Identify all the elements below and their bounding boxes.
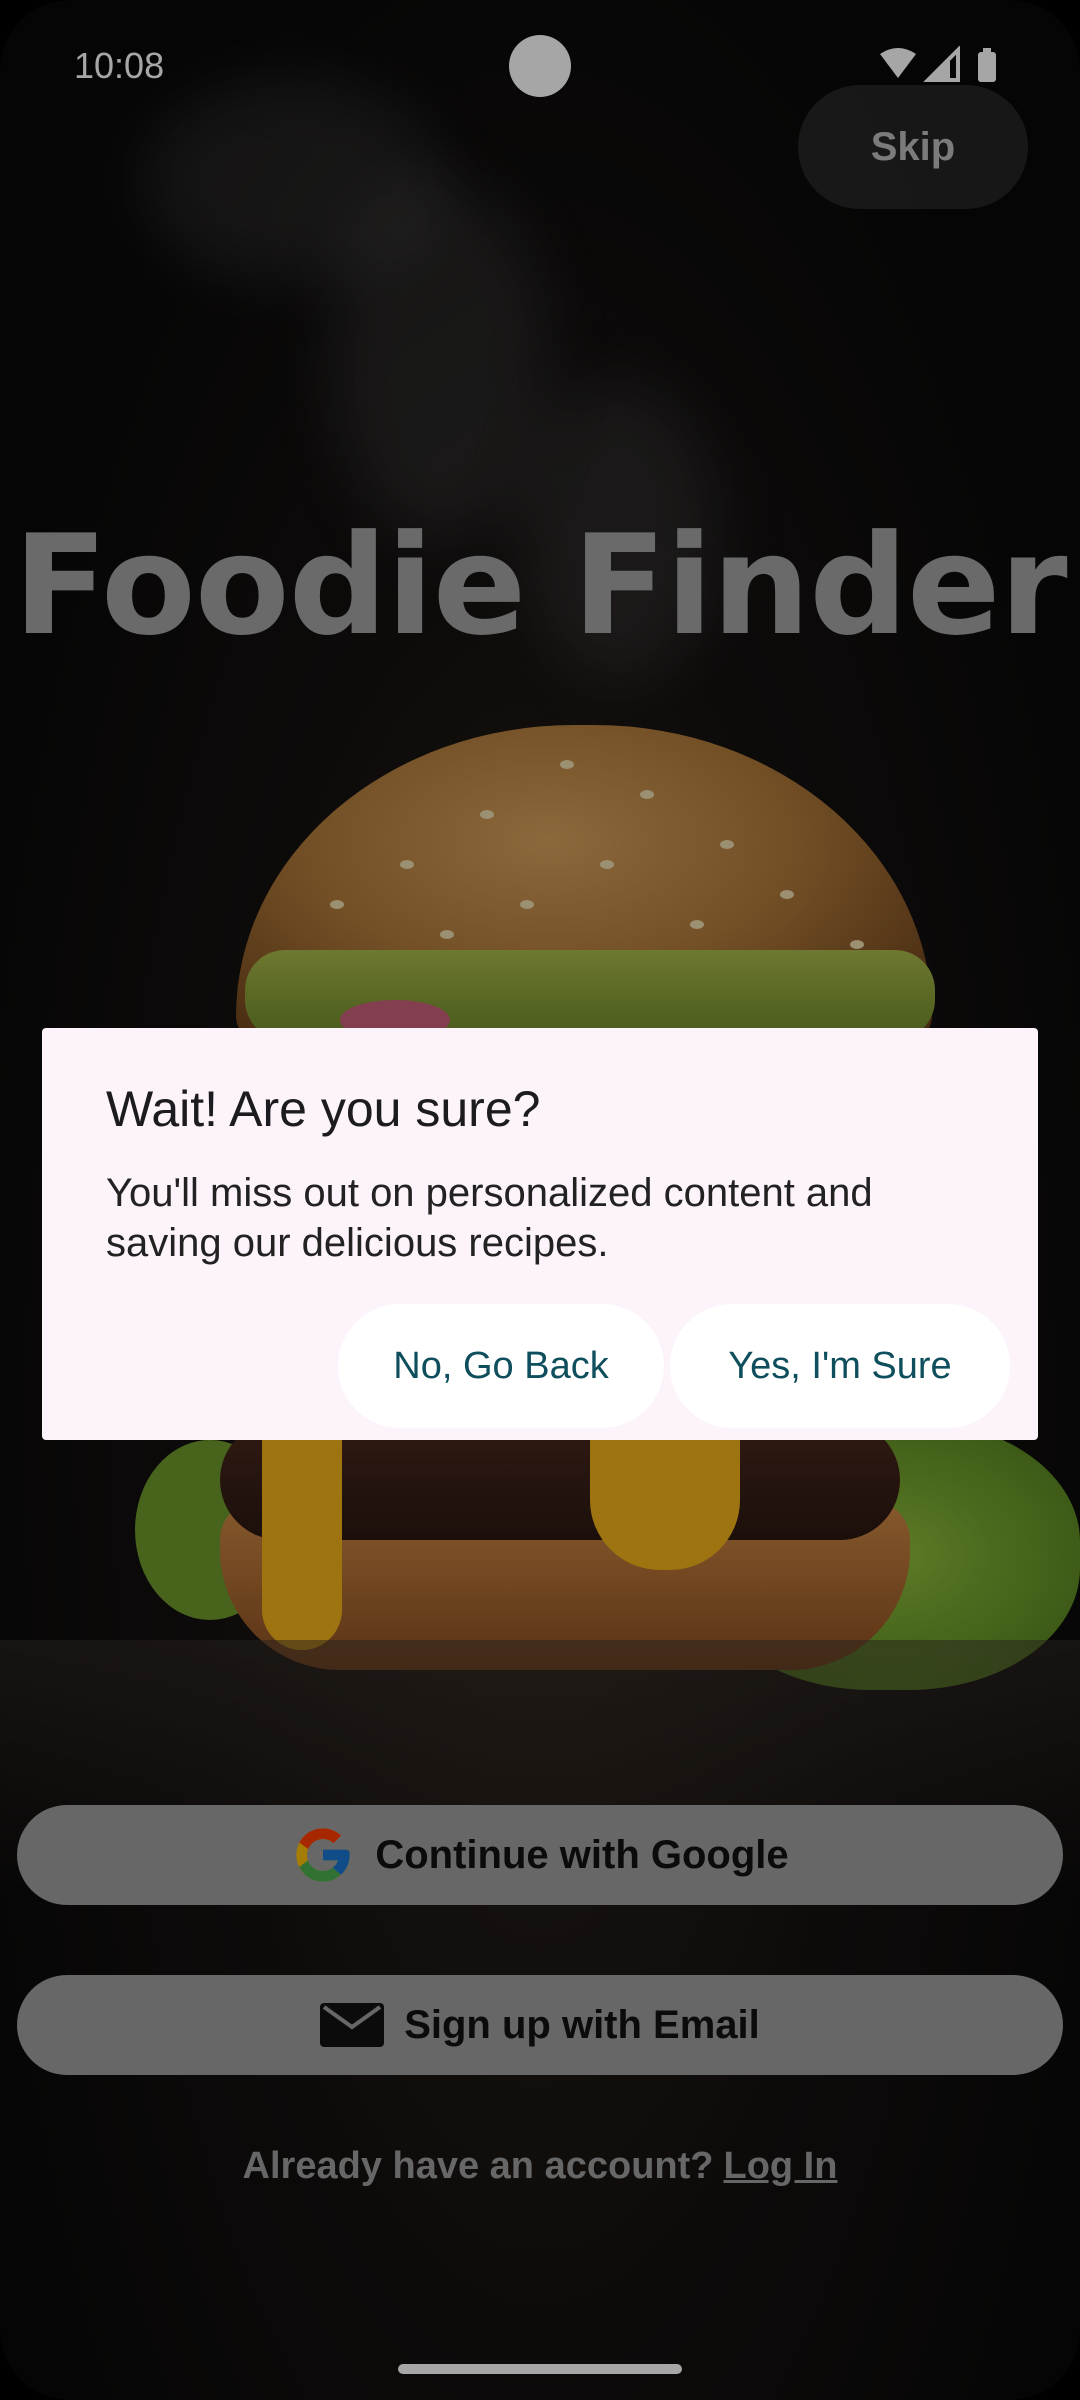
dialog-message: You'll miss out on personalized content …	[106, 1171, 873, 1265]
yes-im-sure-button[interactable]: Yes, I'm Sure	[670, 1304, 1010, 1428]
dialog-title: Wait! Are you sure?	[106, 1081, 541, 1137]
screen: 10:08 Skip Foodie Finder Continue with G…	[0, 0, 1080, 2400]
confirm-skip-dialog: Wait! Are you sure? You'll miss out on p…	[42, 1028, 1038, 1440]
no-go-back-button[interactable]: No, Go Back	[338, 1304, 664, 1428]
